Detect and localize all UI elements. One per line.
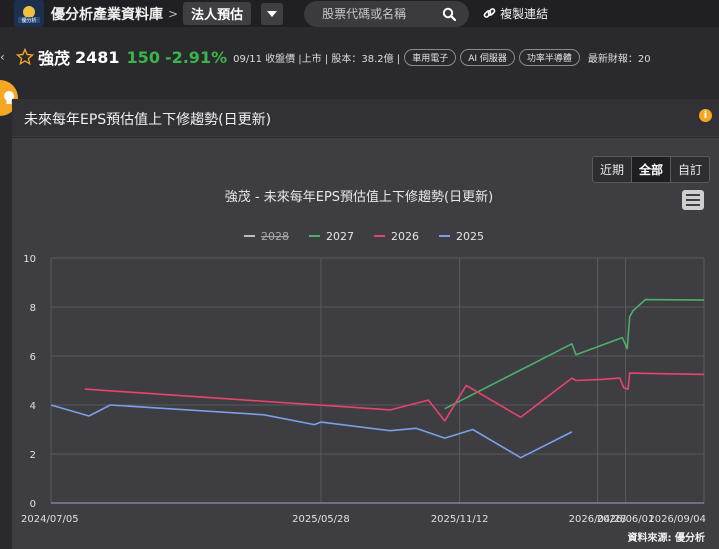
y-tick-label: 6 [30, 352, 36, 363]
y-tick-label: 8 [30, 303, 36, 314]
source-label: 資料來源: 優分析 [627, 533, 705, 544]
y-tick-label: 4 [30, 401, 36, 412]
y-tick-label: 10 [23, 254, 36, 265]
legend-item[interactable]: 2026 [391, 230, 419, 243]
x-tick-label: 2024/07/05 [21, 514, 79, 525]
series-line-2026 [84, 372, 705, 422]
y-tick-label: 2 [30, 450, 36, 461]
legend-item[interactable]: 2025 [456, 230, 484, 243]
x-tick-label: 2025/05/28 [292, 514, 350, 525]
y-tick-label: 0 [30, 499, 36, 510]
series-line-2025 [50, 404, 573, 459]
series-line-2027 [444, 298, 705, 410]
x-tick-label: 2026/09/04 [648, 514, 706, 525]
legend-item[interactable]: 2027 [326, 230, 354, 243]
legend-item[interactable]: 2028 [261, 230, 289, 243]
x-tick-label: 2025/11/12 [431, 514, 489, 525]
chart-title: 強茂 - 未來每年EPS預估值上下修趨勢(日更新) [225, 189, 493, 205]
x-tick-label: 2026/06/01 [597, 514, 655, 525]
eps-trend-chart: 強茂 - 未來每年EPS預估值上下修趨勢(日更新)2028 2027 2026 202… [21, 189, 706, 525]
